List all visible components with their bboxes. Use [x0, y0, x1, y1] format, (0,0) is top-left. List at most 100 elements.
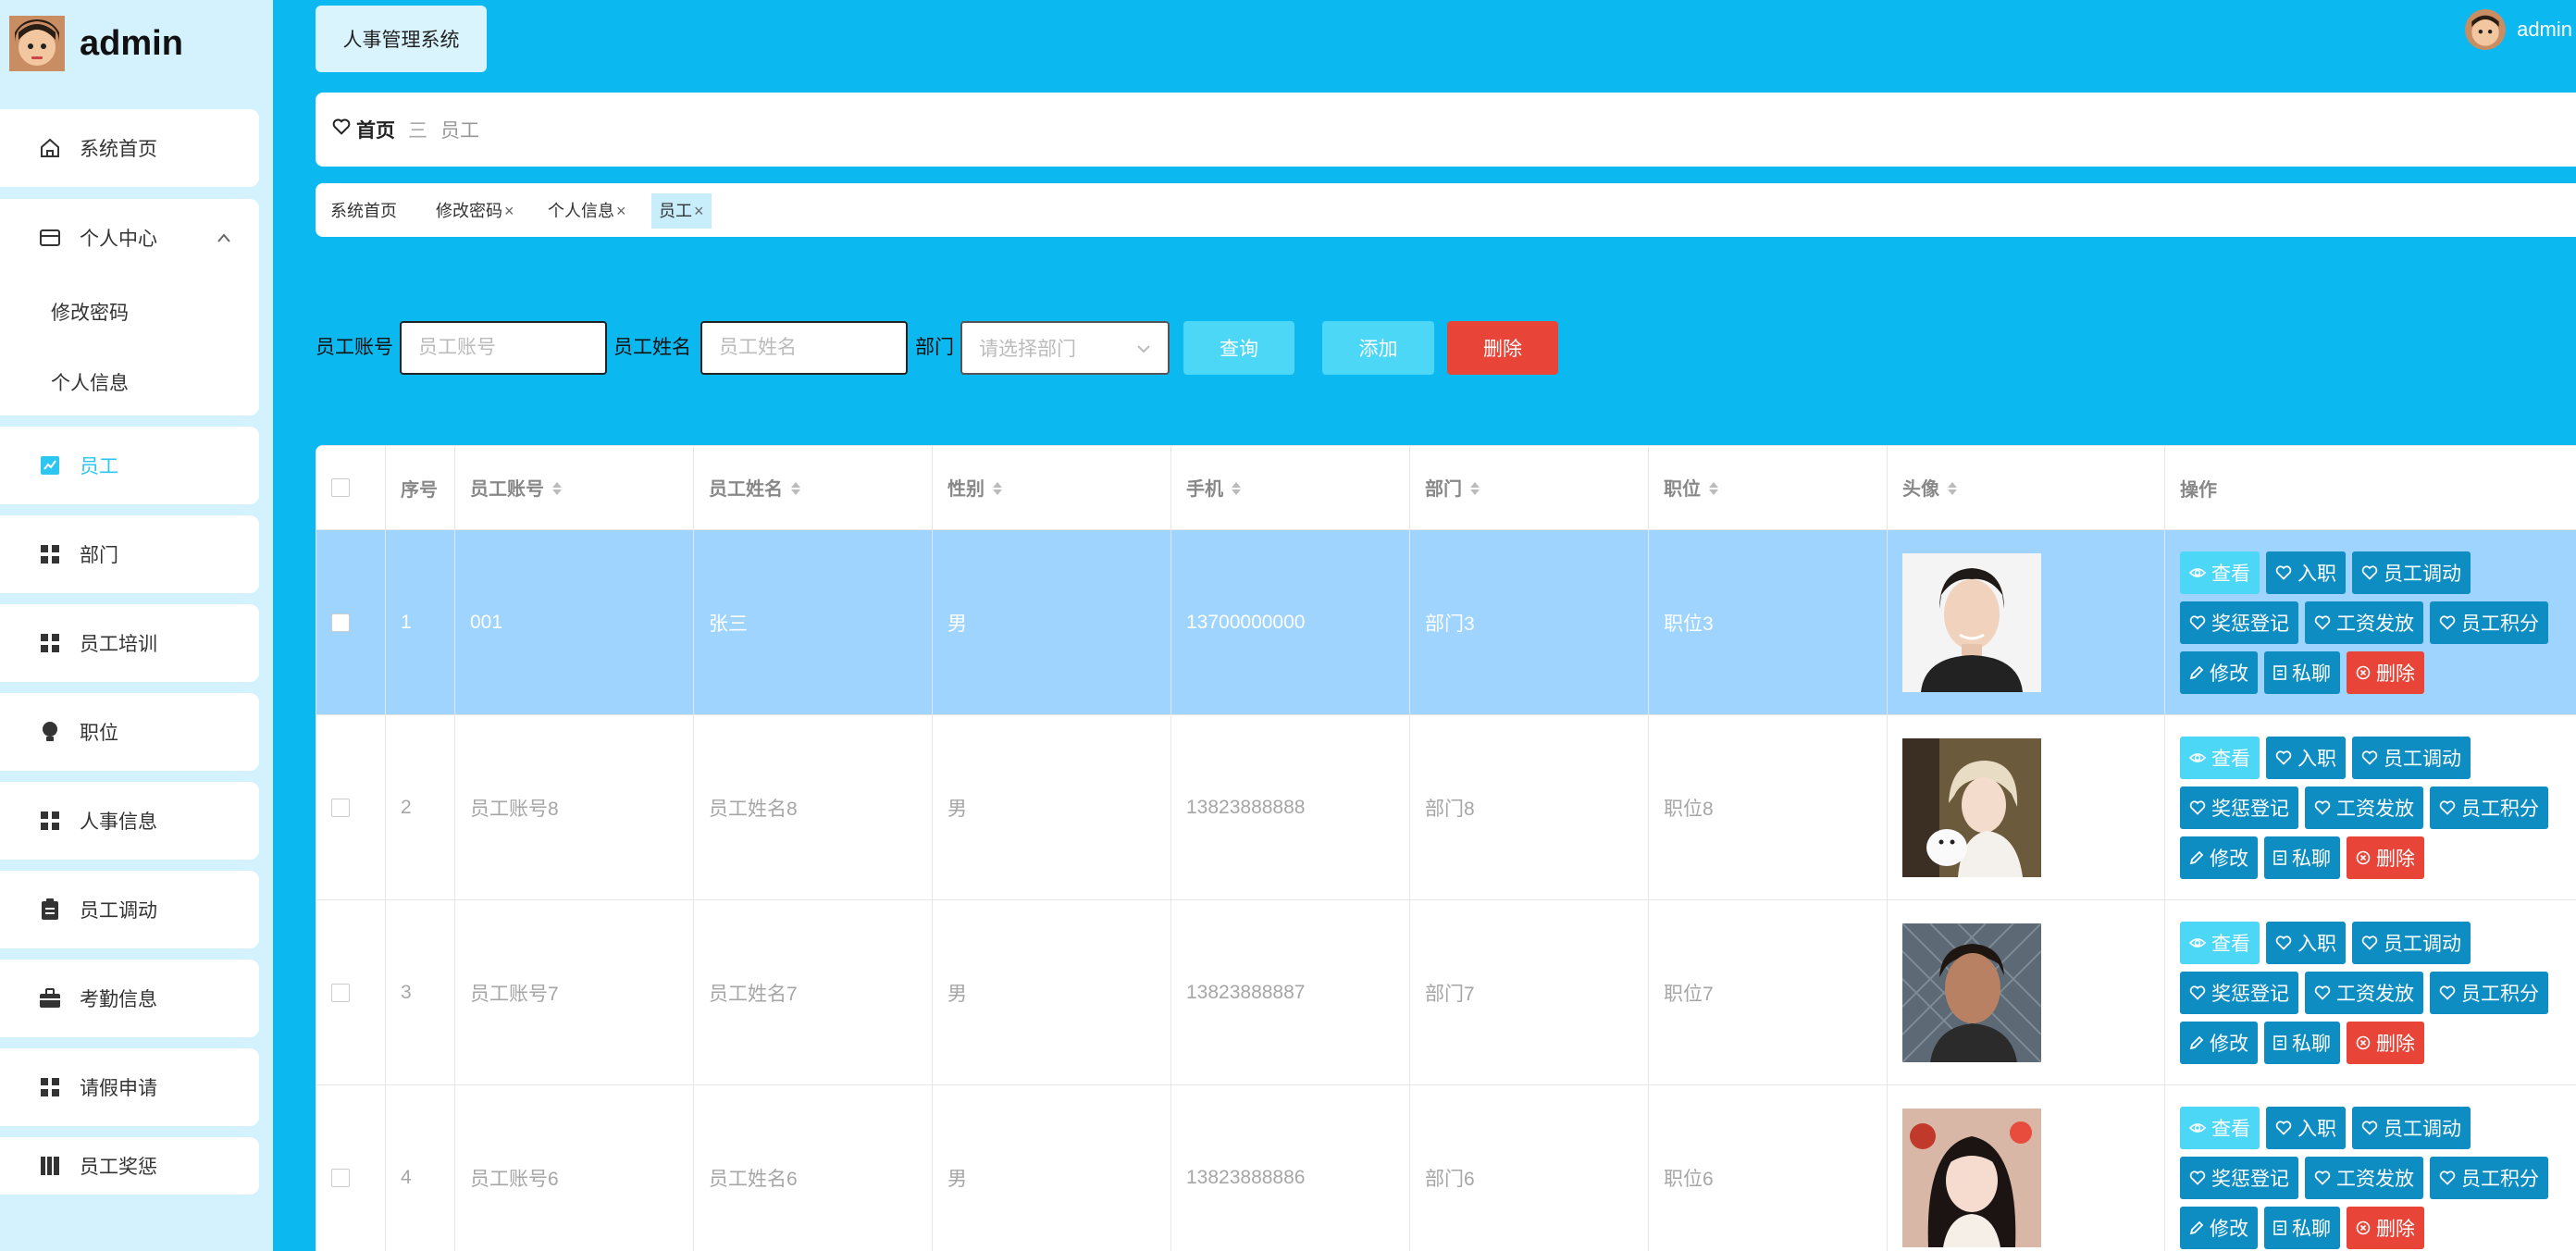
delete-button[interactable]: 删除	[2347, 836, 2424, 879]
reward-button[interactable]: 奖惩登记	[2180, 786, 2298, 829]
card-icon	[37, 225, 63, 251]
employee-photo[interactable]	[1902, 737, 2041, 877]
heart-icon	[2275, 935, 2292, 950]
sidebar-item-leave[interactable]: 请假申请	[0, 1048, 259, 1126]
cell-phone: 13823888887	[1170, 899, 1410, 1085]
chat-button[interactable]: 私聊	[2264, 1021, 2340, 1064]
heart-icon	[2275, 1120, 2292, 1135]
onboard-button[interactable]: 入职	[2266, 551, 2346, 594]
sidebar-item-home[interactable]: 系统首页	[0, 109, 259, 187]
select-all-header	[316, 445, 386, 530]
view-button[interactable]: 查看	[2180, 551, 2260, 594]
salary-button[interactable]: 工资发放	[2305, 971, 2423, 1014]
sidebar-item-employee[interactable]: 员工	[0, 427, 259, 504]
delete-button[interactable]: 删除	[2347, 650, 2424, 694]
col-gender[interactable]: 性别	[932, 445, 1171, 530]
points-button[interactable]: 员工积分	[2430, 1156, 2548, 1199]
transfer-button[interactable]: 员工调动	[2352, 921, 2471, 964]
onboard-button[interactable]: 入职	[2266, 736, 2346, 779]
table-row[interactable]: 4 员工账号6 员工姓名6 男 13823888886 部门6 职位6 查看 入…	[316, 1084, 2576, 1251]
table-row[interactable]: 1 001 张三 男 13700000000 部门3 职位3 查看 入职 员工调…	[316, 529, 2576, 715]
sidebar-item-personal[interactable]: 个人中心	[0, 199, 259, 277]
col-name[interactable]: 员工姓名	[693, 445, 933, 530]
sidebar-subitem-change-password[interactable]: 修改密码	[0, 277, 259, 347]
reward-button[interactable]: 奖惩登记	[2180, 971, 2298, 1014]
sort-icon[interactable]	[1947, 480, 1958, 502]
view-button[interactable]: 查看	[2180, 921, 2260, 964]
chat-button[interactable]: 私聊	[2264, 650, 2340, 694]
col-avatar[interactable]: 头像	[1887, 445, 2165, 530]
view-button[interactable]: 查看	[2180, 736, 2260, 779]
close-icon[interactable]: ×	[616, 202, 626, 220]
sidebar-subitem-personal-info[interactable]: 个人信息	[0, 347, 259, 417]
employee-photo[interactable]	[1902, 552, 2041, 692]
edit-button[interactable]: 修改	[2180, 836, 2258, 879]
transfer-button[interactable]: 员工调动	[2352, 1106, 2471, 1149]
sidebar-item-position[interactable]: 职位	[0, 693, 259, 771]
breadcrumb-home[interactable]: 首页	[356, 116, 395, 143]
points-button[interactable]: 员工积分	[2430, 786, 2548, 829]
delete-button[interactable]: 删除	[2347, 1021, 2424, 1064]
sidebar-item-department[interactable]: 部门	[0, 515, 259, 593]
transfer-button[interactable]: 员工调动	[2352, 736, 2471, 779]
edit-button[interactable]: 修改	[2180, 650, 2258, 694]
header-user[interactable]: admin	[2465, 9, 2576, 50]
tag-employee[interactable]: 员工 ×	[651, 193, 712, 229]
close-icon[interactable]: ×	[504, 202, 514, 220]
sort-icon[interactable]	[992, 480, 1003, 502]
batch-delete-button[interactable]: 删除	[1447, 321, 1558, 375]
table-row[interactable]: 3 员工账号7 员工姓名7 男 13823888887 部门7 职位7 查看 入…	[316, 899, 2576, 1085]
select-all-checkbox[interactable]	[331, 478, 350, 498]
employee-photo[interactable]	[1902, 923, 2041, 1062]
tag-change-password[interactable]: 修改密码 ×	[428, 193, 522, 229]
row-checkbox[interactable]	[331, 983, 350, 1002]
sort-icon[interactable]	[790, 480, 801, 502]
close-icon[interactable]: ×	[694, 202, 704, 220]
col-position[interactable]: 职位	[1648, 445, 1888, 530]
points-button[interactable]: 员工积分	[2430, 971, 2548, 1014]
heart-icon	[2439, 614, 2456, 630]
employee-photo[interactable]	[1902, 1108, 2041, 1247]
edit-button[interactable]: 修改	[2180, 1021, 2258, 1064]
col-dept[interactable]: 部门	[1409, 445, 1649, 530]
sort-icon[interactable]	[1708, 480, 1719, 502]
table-row[interactable]: 2 员工账号8 员工姓名8 男 13823888888 部门8 职位8 查看 入…	[316, 714, 2576, 900]
reward-button[interactable]: 奖惩登记	[2180, 1156, 2298, 1199]
dept-select[interactable]: 请选择部门	[960, 321, 1170, 375]
delete-button[interactable]: 删除	[2347, 1206, 2424, 1249]
onboard-button[interactable]: 入职	[2266, 1106, 2346, 1149]
edit-button[interactable]: 修改	[2180, 1206, 2258, 1249]
tag-personal-info[interactable]: 个人信息 ×	[540, 193, 634, 229]
points-button[interactable]: 员工积分	[2430, 601, 2548, 644]
onboard-button[interactable]: 入职	[2266, 921, 2346, 964]
sort-icon[interactable]	[551, 480, 563, 502]
system-title-tab[interactable]: 人事管理系统	[316, 6, 487, 72]
add-button[interactable]: 添加	[1322, 321, 1434, 375]
col-phone[interactable]: 手机	[1170, 445, 1410, 530]
sidebar-item-attendance[interactable]: 考勤信息	[0, 960, 259, 1037]
sidebar-item-hr-info[interactable]: 人事信息	[0, 782, 259, 860]
chat-button[interactable]: 私聊	[2264, 1206, 2340, 1249]
salary-button[interactable]: 工资发放	[2305, 1156, 2423, 1199]
sort-icon[interactable]	[1231, 480, 1242, 502]
tag-home[interactable]: 系统首页	[323, 193, 404, 229]
sidebar-subitem-label: 个人信息	[51, 373, 129, 394]
reward-button[interactable]: 奖惩登记	[2180, 601, 2298, 644]
sidebar-item-label: 员工调动	[80, 900, 157, 922]
col-account[interactable]: 员工账号	[454, 445, 694, 530]
row-checkbox[interactable]	[331, 613, 350, 632]
transfer-button[interactable]: 员工调动	[2352, 551, 2471, 594]
sidebar-item-rewards[interactable]: 员工奖惩	[0, 1137, 259, 1195]
view-button[interactable]: 查看	[2180, 1106, 2260, 1149]
query-button[interactable]: 查询	[1183, 321, 1294, 375]
sidebar-item-training[interactable]: 员工培训	[0, 604, 259, 682]
salary-button[interactable]: 工资发放	[2305, 786, 2423, 829]
row-checkbox[interactable]	[331, 798, 350, 817]
name-input[interactable]	[700, 321, 908, 375]
salary-button[interactable]: 工资发放	[2305, 601, 2423, 644]
chat-button[interactable]: 私聊	[2264, 836, 2340, 879]
account-input[interactable]	[400, 321, 607, 375]
row-checkbox[interactable]	[331, 1168, 350, 1187]
sidebar-item-transfer[interactable]: 员工调动	[0, 871, 259, 948]
sort-icon[interactable]	[1469, 480, 1480, 502]
